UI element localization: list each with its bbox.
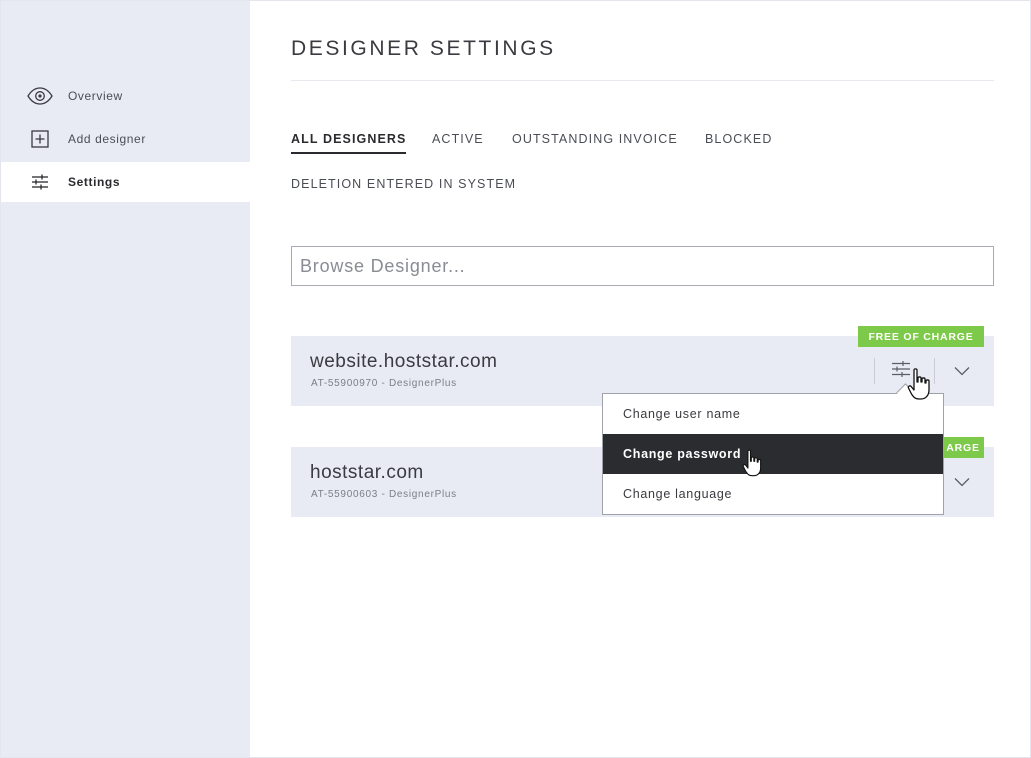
status-badge: ARGE xyxy=(940,437,984,458)
sliders-icon xyxy=(27,172,53,192)
chevron-down-icon[interactable] xyxy=(954,363,972,377)
sidebar-item-label: Add designer xyxy=(68,132,146,146)
tab-active[interactable]: ACTIVE xyxy=(432,132,484,146)
sidebar-item-overview[interactable]: Overview xyxy=(1,76,250,116)
main-content: DESIGNER SETTINGS ALL DESIGNERS ACTIVE O… xyxy=(250,1,1030,757)
tab-all-designers[interactable]: ALL DESIGNERS xyxy=(291,132,407,154)
plus-square-icon xyxy=(27,129,53,149)
divider xyxy=(874,358,875,384)
tab-deletion-entered[interactable]: DELETION ENTERED IN SYSTEM xyxy=(291,177,516,191)
divider xyxy=(934,358,935,384)
sidebar-item-add-designer[interactable]: Add designer xyxy=(1,119,250,159)
app-window: Overview Add designer Settings DESIGNER … xyxy=(0,0,1031,758)
designer-domain: hoststar.com xyxy=(310,462,424,483)
designer-domain: website.hoststar.com xyxy=(310,351,498,372)
tab-outstanding-invoice[interactable]: OUTSTANDING INVOICE xyxy=(512,132,678,146)
title-divider xyxy=(291,80,994,81)
designer-meta: AT-55900970 - DesignerPlus xyxy=(311,378,457,389)
sidebar-item-settings[interactable]: Settings xyxy=(1,162,250,202)
status-badge: FREE OF CHARGE xyxy=(858,326,984,347)
sidebar-item-label: Overview xyxy=(68,89,123,103)
settings-dropdown-menu: Change user name Change password Change … xyxy=(602,393,944,515)
menu-item-change-language[interactable]: Change language xyxy=(603,474,943,514)
tab-blocked[interactable]: BLOCKED xyxy=(705,132,772,146)
page-title: DESIGNER SETTINGS xyxy=(291,37,556,60)
sidebar: Overview Add designer Settings xyxy=(1,1,250,757)
menu-item-change-user-name[interactable]: Change user name xyxy=(603,394,943,434)
eye-icon xyxy=(27,86,53,106)
designer-meta: AT-55900603 - DesignerPlus xyxy=(311,489,457,500)
chevron-down-icon[interactable] xyxy=(954,474,972,488)
menu-item-change-password[interactable]: Change password xyxy=(603,434,943,474)
search-input[interactable] xyxy=(291,246,994,286)
settings-sliders-icon[interactable] xyxy=(891,360,915,382)
sidebar-item-label: Settings xyxy=(68,175,121,189)
